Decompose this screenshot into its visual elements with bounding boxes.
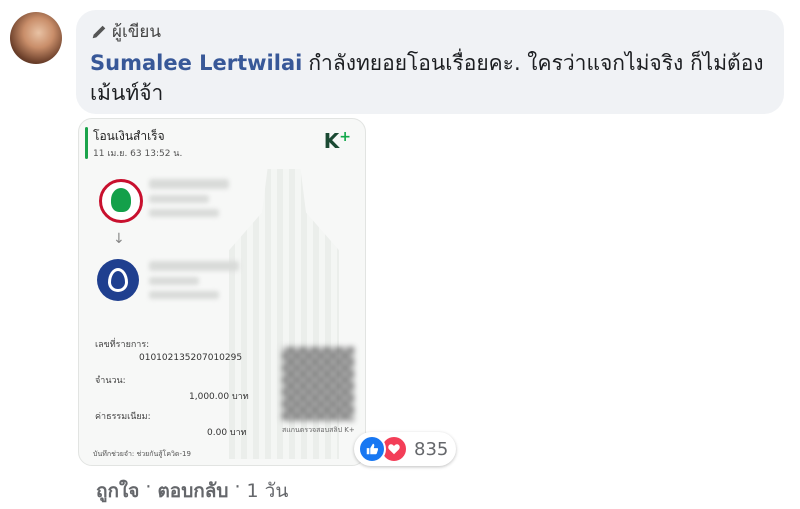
bangkok-bank-logo — [97, 259, 139, 301]
qr-code-blurred — [282, 347, 354, 421]
receiver-name-blurred — [149, 261, 239, 271]
accent-bar — [85, 127, 88, 159]
receiver-bank-blurred — [149, 277, 199, 285]
receiver-account-blurred — [149, 291, 219, 299]
kasikorn-logo — [99, 179, 143, 223]
slip-date: 11 เม.ย. 63 13:52 น. — [93, 149, 183, 159]
amount-label: จำนวน: — [95, 376, 126, 386]
sender-account-blurred — [149, 209, 219, 217]
transfer-slip-image[interactable]: โอนเงินสำเร็จ 11 เม.ย. 63 13:52 น. K+ ↓ … — [78, 118, 366, 466]
avatar[interactable] — [10, 12, 62, 64]
amount-value: 1,000.00 บาท — [189, 392, 249, 402]
reply-link[interactable]: ตอบกลับ — [157, 476, 228, 506]
comment-text: Sumalee Lertwilai กำลังทยอยโอนเรื่อยคะ. ใ… — [90, 48, 770, 108]
separator-dot: · — [145, 476, 152, 498]
reaction-summary[interactable]: 835 — [354, 432, 457, 466]
timestamp-link[interactable]: 1 วัน — [247, 476, 289, 506]
comment-actions: ถูกใจ · ตอบกลับ · 1 วัน — [96, 476, 288, 506]
fee-value: 0.00 บาท — [207, 428, 247, 438]
separator-dot: · — [234, 476, 241, 498]
memo-note: บันทึกช่วยจำ: ช่วยกันสู้โควิด-19 — [93, 450, 191, 458]
like-link[interactable]: ถูกใจ — [96, 476, 139, 506]
fee-label: ค่าธรรมเนียม: — [95, 412, 151, 422]
author-badge: ผู้เขียน — [90, 18, 161, 45]
arrow-down-icon: ↓ — [113, 231, 125, 247]
author-badge-label: ผู้เขียน — [112, 22, 161, 42]
reaction-count: 835 — [414, 438, 449, 460]
qr-caption: สแกนตรวจสอบสลิป K+ — [282, 426, 355, 434]
comment-bubble: ผู้เขียน Sumalee Lertwilai กำลังทยอยโอนเร… — [76, 10, 784, 114]
author-name-link[interactable]: Sumalee Lertwilai — [90, 51, 302, 75]
sender-bank-blurred — [149, 195, 209, 203]
ref-label: เลขที่รายการ: — [95, 340, 150, 350]
pencil-icon — [92, 25, 106, 38]
kplus-logo: K+ — [323, 129, 351, 153]
like-icon — [358, 435, 386, 463]
sender-name-blurred — [149, 179, 229, 189]
slip-title: โอนเงินสำเร็จ — [93, 129, 165, 143]
ref-value: 010102135207010295 — [139, 353, 243, 363]
